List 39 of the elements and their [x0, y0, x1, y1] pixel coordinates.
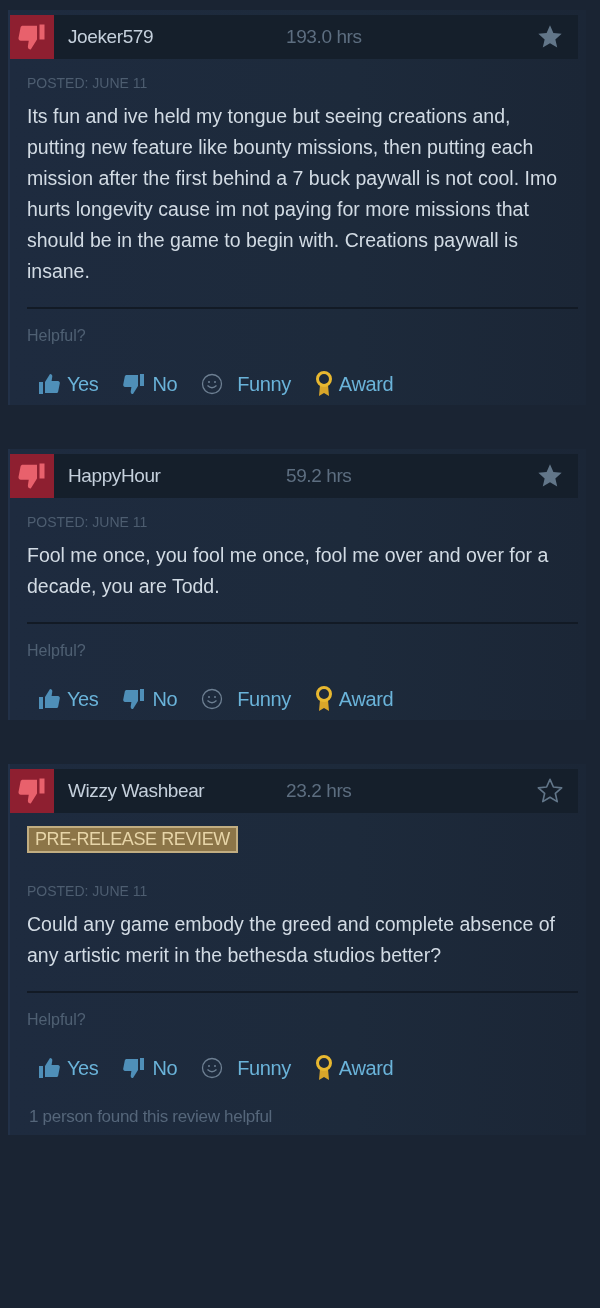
helpful-count: 1 person found this review helpful: [28, 1107, 274, 1127]
thumbs-down-icon: [122, 1056, 147, 1080]
hours-played: 23.2 hrs: [286, 780, 353, 802]
star-icon[interactable]: [536, 777, 564, 805]
thumbs-down-icon: [17, 22, 47, 52]
thumbs-down-icon: [17, 461, 47, 491]
funny-vote-button[interactable]: Funny: [201, 1056, 291, 1080]
no-vote-button[interactable]: No: [122, 687, 178, 711]
thumbs-down-icon: [17, 776, 47, 806]
yes-vote-button[interactable]: Yes: [37, 687, 99, 711]
no-vote-button[interactable]: No: [122, 372, 178, 396]
smiley-icon: [201, 373, 224, 395]
award-vote-button[interactable]: Award: [314, 1055, 394, 1081]
thumbs-down-icon: [122, 687, 147, 711]
award-ribbon-icon: [314, 371, 333, 397]
author-name[interactable]: Joeker579: [68, 26, 286, 48]
review-tag: PRE-RELEASE REVIEW: [27, 826, 238, 853]
thumbs-up-icon: [37, 687, 61, 711]
funny-vote-button[interactable]: Funny: [201, 372, 291, 396]
hours-played: 59.2 hrs: [286, 465, 353, 487]
no-vote-button[interactable]: No: [122, 1056, 178, 1080]
award-ribbon-icon: [314, 686, 333, 712]
smiley-icon: [201, 1057, 224, 1079]
thumbs-down-icon: [122, 372, 147, 396]
review-text: Fool me once, you fool me once, fool me over and over for a decade, you are Todd.: [27, 543, 550, 599]
smiley-icon: [201, 688, 224, 710]
thumbs-up-icon: [37, 372, 61, 396]
review-text: Could any game embody the greed and complete absence of any artistic merit in the bethesda studios better?: [27, 912, 556, 968]
award-vote-button[interactable]: Award: [314, 686, 394, 712]
yes-vote-button[interactable]: Yes: [37, 372, 99, 396]
award-vote-button[interactable]: Award: [314, 371, 394, 397]
funny-vote-button[interactable]: Funny: [201, 687, 291, 711]
thumbs-up-icon: [37, 1056, 61, 1080]
hours-played: 193.0 hrs: [286, 26, 363, 48]
author-name[interactable]: HappyHour: [68, 465, 286, 487]
yes-vote-button[interactable]: Yes: [37, 1056, 99, 1080]
review-text: Its fun and ive held my tongue but seeing creations and, putting new feature like bounty missions, then putting each mission after the first behind a 7 buck paywall is not cool. Imo hurts longevity cause im not paying for more missions that should be in the game to begin with. Creations paywall is insane.: [27, 104, 558, 284]
award-ribbon-icon: [314, 1055, 333, 1081]
author-name[interactable]: Wizzy Washbear: [68, 780, 286, 802]
